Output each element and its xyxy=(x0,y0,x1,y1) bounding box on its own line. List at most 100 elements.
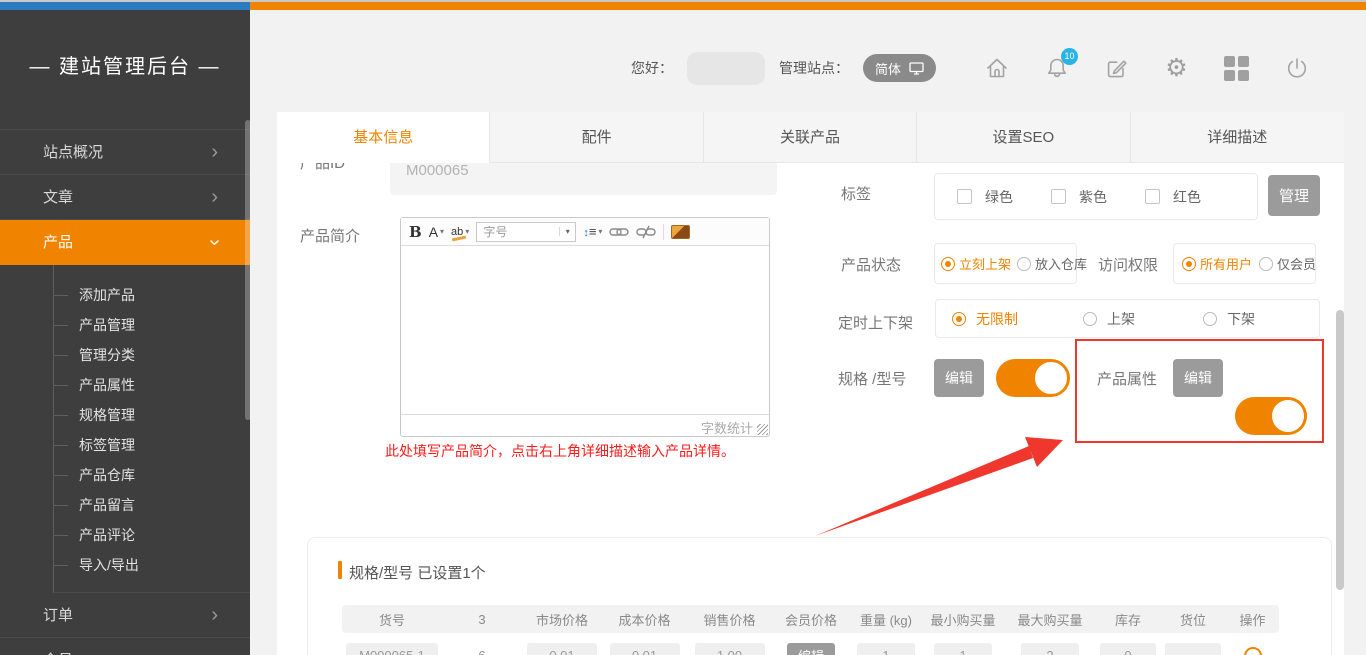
product-status-label: 产品状态 xyxy=(841,256,901,276)
toggle-knob xyxy=(1033,360,1069,396)
max-buy-input[interactable]: 2 xyxy=(1021,643,1079,655)
market-price-input[interactable]: 0.01 xyxy=(527,643,597,655)
sidebar-item-label: 文章 xyxy=(43,189,73,206)
page-scrollbar-thumb[interactable] xyxy=(1336,310,1344,590)
radio-icon xyxy=(1203,312,1217,326)
tab-seo[interactable]: 设置SEO xyxy=(917,112,1130,163)
spec-model-label: 规格 /型号 xyxy=(838,370,906,390)
attrs-toggle[interactable] xyxy=(1235,397,1307,435)
sidebar-scrollbar-thumb[interactable] xyxy=(245,120,251,420)
home-button[interactable] xyxy=(983,55,1010,82)
chevron-right-icon: › xyxy=(211,175,218,220)
tags-box: 绿色 紫色 红色 xyxy=(934,173,1258,220)
bold-icon[interactable]: B xyxy=(409,223,422,241)
tag-option-red[interactable]: 红色 xyxy=(1145,187,1201,207)
tab-accessories[interactable]: 配件 xyxy=(490,112,703,163)
spec-toggle[interactable] xyxy=(996,359,1070,397)
manage-tags-button[interactable]: 管理 xyxy=(1268,175,1320,216)
caret-down-icon: ▾ xyxy=(598,227,602,236)
insert-image-button[interactable] xyxy=(671,225,690,239)
spec-table-row: M000065-1 6 0.01 0.01 1.00 编辑 1 1 2 0 xyxy=(342,642,1279,655)
submenu-item-product-management[interactable]: 产品管理 xyxy=(54,310,250,340)
header: 您好： 管理站点： 简体 10 xyxy=(250,10,1366,112)
access-label: 访问权限 xyxy=(1098,256,1158,276)
logout-button[interactable] xyxy=(1283,55,1310,82)
row-action-icon[interactable] xyxy=(1244,647,1262,655)
radio-members-only[interactable]: 仅会员 xyxy=(1259,254,1316,273)
radio-label: 仅会员 xyxy=(1277,254,1316,273)
greeting-label: 您好： xyxy=(631,58,673,78)
radio-all-users[interactable]: 所有用户 xyxy=(1182,254,1252,273)
tag-option-green[interactable]: 绿色 xyxy=(957,187,1013,207)
sale-price-input[interactable]: 1.00 xyxy=(695,643,765,655)
remove-link-button[interactable] xyxy=(636,225,656,239)
location-input[interactable] xyxy=(1165,643,1221,655)
radio-selected-icon xyxy=(941,257,955,271)
sidebar-item-members[interactable]: 会员 › xyxy=(0,638,250,655)
submenu-item-spec-management[interactable]: 规格管理 xyxy=(54,400,250,430)
compose-button[interactable] xyxy=(1103,55,1130,82)
sidebar-item-products[interactable]: 产品 › xyxy=(0,220,250,265)
insert-link-button[interactable] xyxy=(609,226,629,238)
stock-input[interactable]: 0 xyxy=(1100,643,1156,655)
compose-icon xyxy=(1104,55,1130,81)
editor-body[interactable] xyxy=(401,246,769,414)
radio-label: 无限制 xyxy=(976,309,1018,329)
settings-button[interactable]: ⚙ xyxy=(1163,55,1190,82)
member-price-edit-button[interactable]: 编辑 xyxy=(787,643,835,655)
col-max-buy: 最大购买量 xyxy=(1004,610,1096,629)
tab-basic-info[interactable]: 基本信息 xyxy=(277,112,490,163)
sidebar: — 建站管理后台 — 站点概况 › 文章 › 产品 › 添加产品 产品管理 管理… xyxy=(0,10,250,655)
radio-on-shelf-now[interactable]: 立刻上架 xyxy=(941,254,1011,273)
product-id-label: 产品ID xyxy=(300,163,345,174)
tag-option-purple[interactable]: 紫色 xyxy=(1051,187,1107,207)
submenu-item-product-messages[interactable]: 产品留言 xyxy=(54,490,250,520)
product-status-box: 立刻上架 放入仓库 xyxy=(934,243,1077,284)
submenu-item-tag-management[interactable]: 标签管理 xyxy=(54,430,250,460)
sidebar-item-orders[interactable]: 订单 › xyxy=(0,593,250,638)
submenu-item-product-attributes[interactable]: 产品属性 xyxy=(54,370,250,400)
checkbox-icon xyxy=(1051,189,1066,204)
chevron-down-icon: › xyxy=(192,239,237,246)
tab-related-products[interactable]: 关联产品 xyxy=(704,112,917,163)
tag-option-label: 红色 xyxy=(1173,187,1201,207)
radio-off-shelf[interactable]: 下架 xyxy=(1203,309,1255,329)
radio-no-limit[interactable]: 无限制 xyxy=(952,309,1018,329)
font-size-select[interactable]: 字号 ▾ xyxy=(476,222,576,242)
sku-input[interactable]: M000065-1 xyxy=(346,643,438,655)
chevron-right-icon: › xyxy=(211,638,218,655)
spec-section-title: 规格/型号 已设置1个 xyxy=(349,562,486,583)
weight-input[interactable]: 1 xyxy=(857,643,915,655)
submenu-item-product-reviews[interactable]: 产品评论 xyxy=(54,520,250,550)
col-cost-price: 成本价格 xyxy=(602,610,687,629)
radio-icon xyxy=(1083,312,1097,326)
app-title: — 建站管理后台 — xyxy=(0,10,250,79)
notifications-button[interactable]: 10 xyxy=(1043,55,1070,82)
submenu-item-add-product[interactable]: 添加产品 xyxy=(54,280,250,310)
line-height-button[interactable]: ↕≡ ▾ xyxy=(583,224,602,239)
sidebar-item-articles[interactable]: 文章 › xyxy=(0,175,250,220)
word-count-label: 字数统计 xyxy=(701,418,753,437)
radio-on-shelf[interactable]: 上架 xyxy=(1083,309,1135,329)
submenu-item-category-management[interactable]: 管理分类 xyxy=(54,340,250,370)
language-switch-button[interactable]: 简体 xyxy=(863,54,936,82)
home-icon xyxy=(984,55,1010,81)
product-id-input[interactable]: M000065 xyxy=(390,163,777,195)
min-buy-input[interactable]: 1 xyxy=(934,643,992,655)
submenu-item-import-export[interactable]: 导入/导出 xyxy=(54,550,250,580)
col-member-price: 会员价格 xyxy=(772,610,850,629)
attrs-edit-button[interactable]: 编辑 xyxy=(1173,359,1223,397)
language-label: 简体 xyxy=(875,59,901,78)
product-intro-label: 产品简介 xyxy=(300,227,360,247)
resize-grip[interactable] xyxy=(757,424,768,435)
apps-button[interactable] xyxy=(1223,55,1250,82)
submenu-item-product-warehouse[interactable]: 产品仓库 xyxy=(54,460,250,490)
cost-price-input[interactable]: 0.01 xyxy=(610,643,680,655)
radio-to-warehouse[interactable]: 放入仓库 xyxy=(1017,254,1087,273)
col-sale-price: 销售价格 xyxy=(687,610,772,629)
tab-detail-description[interactable]: 详细描述 xyxy=(1131,112,1344,163)
highlight-button[interactable]: ab ▾ xyxy=(451,226,469,238)
font-color-button[interactable]: A ▾ xyxy=(429,224,444,240)
spec-edit-button[interactable]: 编辑 xyxy=(934,359,984,397)
sidebar-item-site-overview[interactable]: 站点概况 › xyxy=(0,130,250,175)
